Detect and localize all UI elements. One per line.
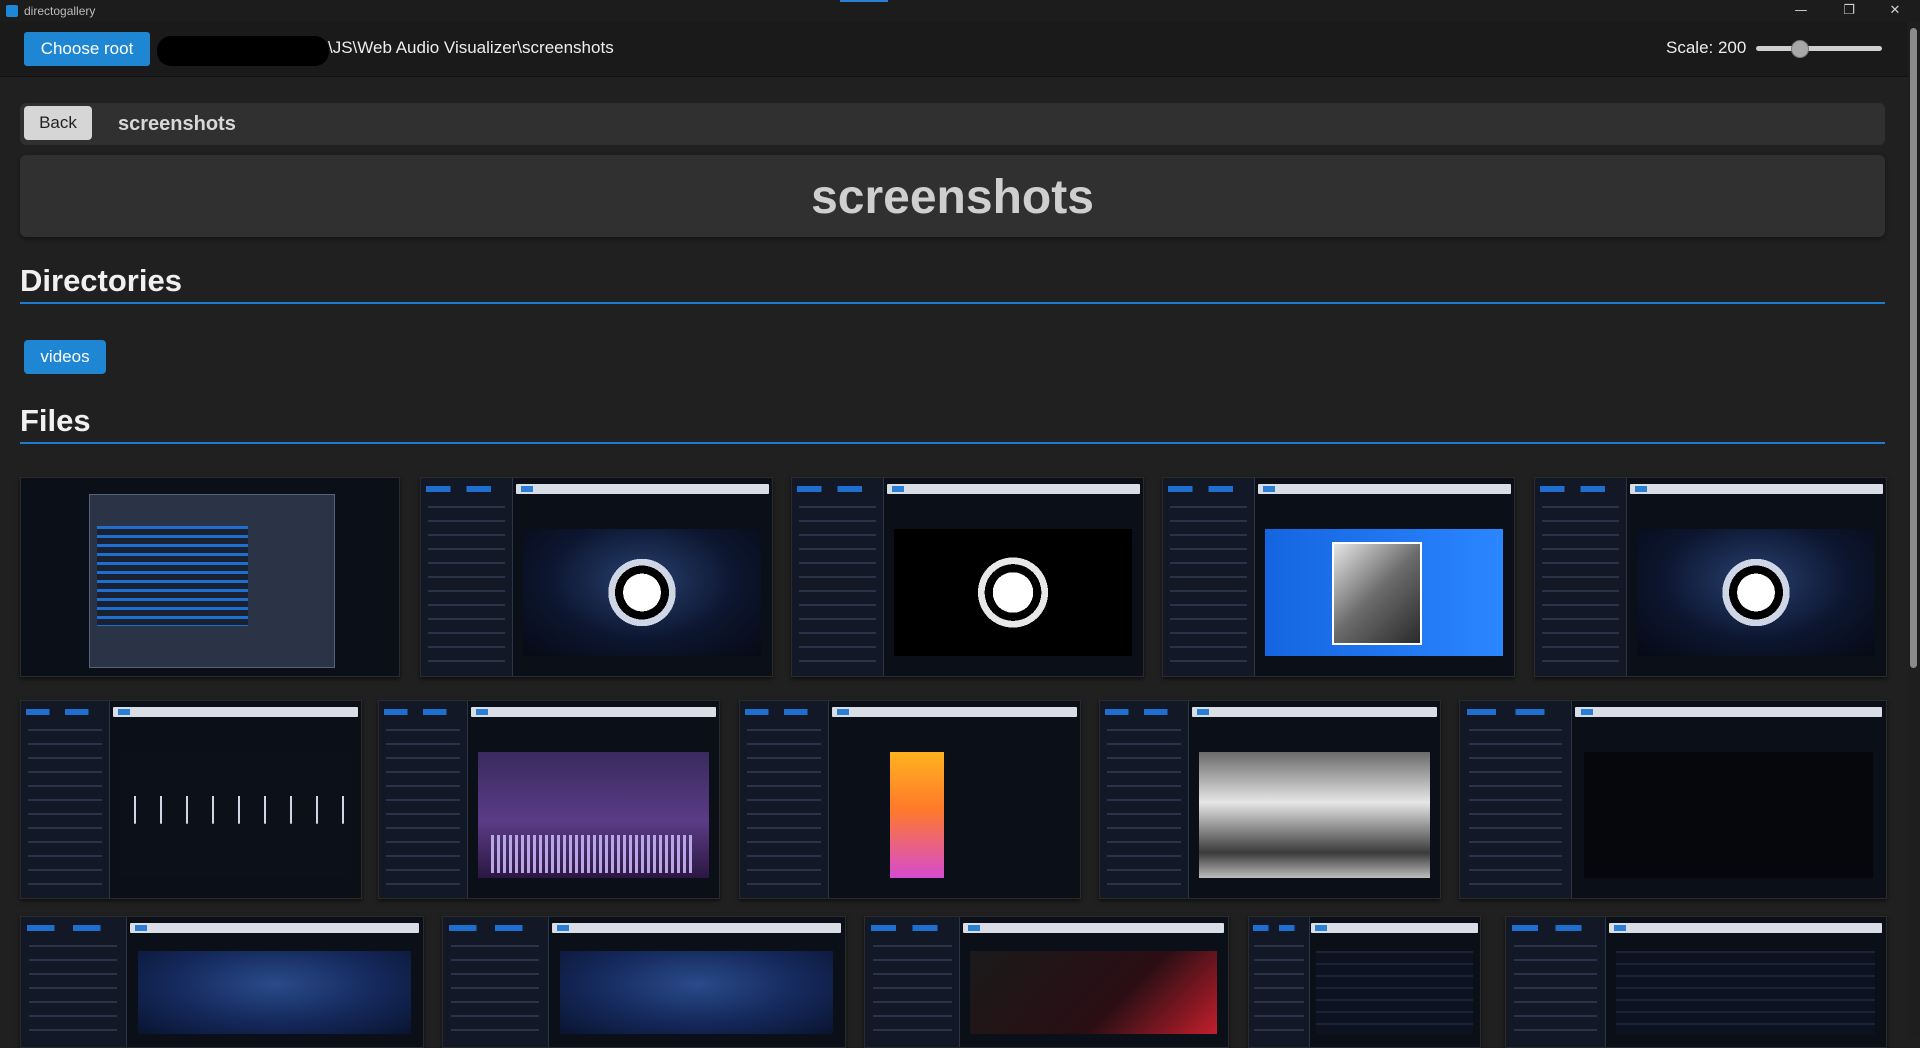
thumbnail-player-bar xyxy=(551,923,841,933)
thumbnail-sidebar xyxy=(792,478,885,676)
thumbnail-player-bar xyxy=(1257,484,1511,494)
file-thumbnail-piano-visualizer[interactable] xyxy=(1099,700,1441,899)
files-divider xyxy=(20,442,1885,444)
thumbnail-sidebar xyxy=(443,917,549,1047)
thumbnail-player-bar xyxy=(112,707,358,717)
file-thumbnail-lights-skylike-2[interactable] xyxy=(442,916,846,1048)
thumbnail-sidebar xyxy=(740,701,830,898)
app-icon xyxy=(6,5,18,17)
thumbnail-preview xyxy=(1198,752,1430,879)
thumbnail-sidebar xyxy=(1100,701,1190,898)
thumbnail-sidebar xyxy=(1163,478,1256,676)
thumbnail-preview xyxy=(119,752,351,879)
window-title-bar: directogallery — ❐ ✕ xyxy=(0,0,1920,22)
file-thumbnail-image-before-after[interactable] xyxy=(1248,916,1481,1048)
thumbnail-preview xyxy=(1583,752,1874,879)
file-thumbnail-empty-canvas[interactable] xyxy=(1459,700,1887,899)
thumbnail-player-bar xyxy=(1575,707,1882,717)
thumbnail-preview xyxy=(1636,529,1876,657)
thumbnail-preview xyxy=(477,752,709,879)
thumbnail-player-bar xyxy=(1191,707,1437,717)
thumbnail-player-bar xyxy=(1311,923,1478,933)
page-scrollbar[interactable] xyxy=(1908,22,1920,1039)
thumbnail-preview xyxy=(137,950,411,1034)
file-thumbnail-color-picker-editor[interactable] xyxy=(864,916,1229,1048)
file-thumbnail-blue-image-visualizer[interactable] xyxy=(1162,477,1515,677)
root-path: \JS\Web Audio Visualizer\screenshots xyxy=(328,38,614,57)
thumbnail-preview xyxy=(893,529,1133,657)
thumbnail-sidebar xyxy=(1460,701,1572,898)
thumbnail-preview xyxy=(1264,529,1504,657)
file-thumbnail-lights-skylike[interactable] xyxy=(20,916,424,1048)
thumbnail-sidebar xyxy=(379,701,469,898)
thumbnail-sidebar xyxy=(21,917,127,1047)
thumbnail-player-bar xyxy=(886,484,1140,494)
thumbnail-sidebar xyxy=(1249,917,1311,1047)
scale-label: Scale: 200 xyxy=(1666,38,1747,57)
thumbnail-player-bar xyxy=(129,923,419,933)
thumbnail-preview xyxy=(1315,950,1474,1034)
close-icon[interactable]: ✕ xyxy=(1880,0,1910,22)
breadcrumb: screenshots xyxy=(118,113,236,135)
thumbnail-preview xyxy=(1616,950,1875,1034)
scrollbar-thumb[interactable] xyxy=(1910,28,1917,668)
navigation-bar: Back screenshots xyxy=(20,103,1885,145)
thumbnail-player-bar xyxy=(963,923,1225,933)
back-button[interactable]: Back xyxy=(24,106,92,140)
thumbnail-preview xyxy=(970,950,1218,1034)
file-thumbnail-orange-card-visualizer[interactable] xyxy=(739,700,1081,899)
thumbnail-sidebar xyxy=(865,917,961,1047)
window-title: directogallery xyxy=(24,4,96,18)
file-thumbnail-waveform-visualizer[interactable] xyxy=(20,700,362,899)
file-thumbnail-save-file-dialog[interactable] xyxy=(20,477,400,677)
thumbnail-sidebar xyxy=(1506,917,1606,1047)
files-heading: Files xyxy=(20,403,91,438)
choose-root-button[interactable]: Choose root xyxy=(24,32,150,66)
maximize-icon[interactable]: ❐ xyxy=(1834,0,1864,22)
thumbnail-player-bar xyxy=(831,707,1077,717)
file-thumbnail-black-visualizer[interactable] xyxy=(791,477,1144,677)
thumbnail-sidebar xyxy=(421,478,514,676)
thumbnail-preview xyxy=(522,529,762,657)
file-thumbnail-yourlogo-visualizer[interactable] xyxy=(378,700,720,899)
scale-slider[interactable] xyxy=(1756,46,1882,51)
scale-slider-thumb[interactable] xyxy=(1791,40,1809,58)
thumbnail-preview xyxy=(89,493,335,669)
page-title: screenshots xyxy=(811,171,1094,224)
directories-heading: Directories xyxy=(20,263,182,298)
top-toolbar: Choose root \JS\Web Audio Visualizer\scr… xyxy=(0,22,1908,77)
file-thumbnail-space-visualizer-2[interactable] xyxy=(1534,477,1887,677)
thumbnail-player-bar xyxy=(1629,484,1883,494)
file-thumbnail-dual-window-layout[interactable] xyxy=(1505,916,1887,1048)
thumbnail-preview xyxy=(889,752,944,879)
header-card: screenshots xyxy=(20,155,1885,237)
minimize-icon[interactable]: — xyxy=(1786,0,1816,22)
thumbnail-player-bar xyxy=(1608,923,1883,933)
directory-videos-button[interactable]: videos xyxy=(24,340,106,374)
thumbnail-preview xyxy=(559,950,833,1034)
thumbnail-sidebar xyxy=(21,701,111,898)
path-redaction xyxy=(157,36,329,66)
directories-divider xyxy=(20,302,1885,304)
thumbnail-sidebar xyxy=(1535,478,1628,676)
thumbnail-player-bar xyxy=(515,484,769,494)
thumbnail-player-bar xyxy=(470,707,716,717)
file-thumbnail-space-visualizer[interactable] xyxy=(420,477,773,677)
title-bar-accent xyxy=(840,0,888,2)
